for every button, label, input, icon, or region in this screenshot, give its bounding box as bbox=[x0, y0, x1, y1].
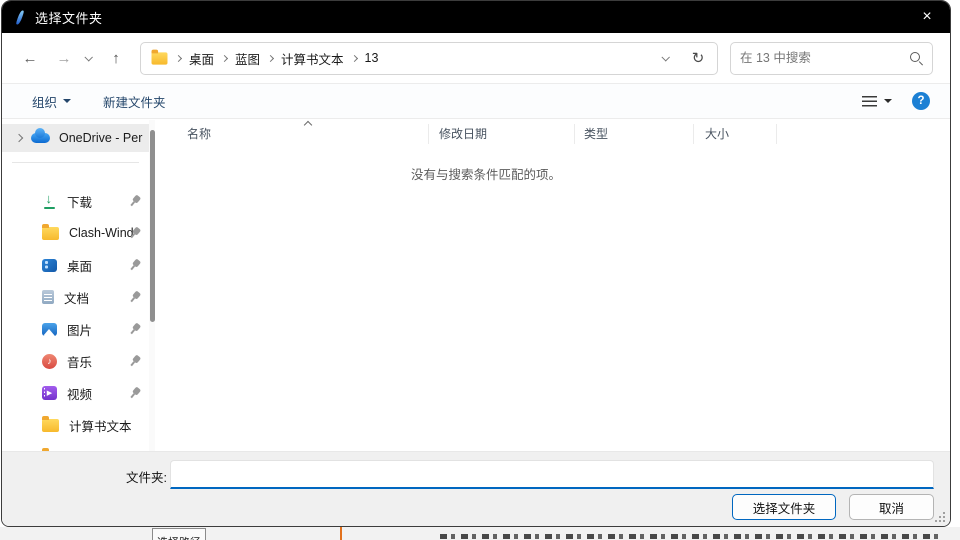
chevron-down-icon bbox=[884, 99, 892, 103]
breadcrumb-item-13[interactable]: 13 bbox=[365, 51, 379, 65]
column-header-name[interactable]: 名称 bbox=[149, 124, 429, 144]
sidebar-item-label: 下载 bbox=[67, 192, 92, 211]
pin-icon[interactable] bbox=[127, 321, 144, 338]
new-folder-button[interactable]: 新建文件夹 bbox=[103, 92, 166, 111]
sidebar-item-label: 桌面 bbox=[67, 256, 92, 275]
chevron-down-icon bbox=[63, 99, 71, 103]
onedrive-cloud-icon bbox=[31, 133, 50, 143]
chevron-down-icon bbox=[84, 53, 92, 61]
dialog-footer: 文件夹: 选择文件夹 取消 bbox=[2, 451, 950, 526]
back-button[interactable]: ← bbox=[18, 45, 42, 71]
chevron-down-icon bbox=[661, 53, 669, 61]
document-icon bbox=[42, 290, 54, 304]
search-icon bbox=[910, 52, 923, 65]
cancel-button[interactable]: 取消 bbox=[849, 494, 934, 520]
breadcrumb-separator-icon bbox=[175, 54, 182, 61]
music-icon: ♪ bbox=[42, 354, 57, 369]
up-button[interactable]: ↑ bbox=[104, 45, 128, 71]
pin-icon[interactable] bbox=[127, 385, 144, 402]
sidebar-separator bbox=[12, 162, 139, 163]
chevron-right-icon bbox=[15, 134, 23, 142]
music-note-glyph: ♪ bbox=[47, 356, 52, 366]
file-list: 名称 修改日期 类型 大小 没有与搜索条件匹配的项。 bbox=[149, 120, 950, 451]
window-title: 选择文件夹 bbox=[35, 8, 103, 27]
folder-name-label: 文件夹: bbox=[126, 467, 167, 486]
address-dropdown-button[interactable] bbox=[653, 46, 677, 70]
desktop-icon bbox=[42, 259, 57, 272]
column-header-size[interactable]: 大小 bbox=[694, 124, 777, 144]
download-icon bbox=[42, 194, 57, 209]
column-header-date-modified[interactable]: 修改日期 bbox=[429, 124, 575, 144]
search-input[interactable] bbox=[740, 51, 910, 65]
sidebar-item-documents[interactable]: 文档 bbox=[2, 281, 149, 313]
sidebar-item-pictures[interactable]: 图片 bbox=[2, 313, 149, 345]
empty-list-message: 没有与搜索条件匹配的项。 bbox=[411, 164, 561, 183]
video-icon: ▶ bbox=[42, 386, 57, 400]
refresh-button[interactable]: ↻ bbox=[685, 46, 711, 70]
breadcrumb-item-desktop[interactable]: 桌面 bbox=[189, 49, 214, 68]
breadcrumb-separator-icon bbox=[351, 54, 358, 61]
organize-label: 组织 bbox=[32, 92, 57, 111]
pin-icon[interactable] bbox=[127, 193, 144, 210]
address-bar[interactable]: 桌面 蓝图 计算书文本 13 ↻ bbox=[140, 42, 718, 75]
sidebar-item-ebooks[interactable]: 电子书 bbox=[2, 441, 149, 451]
command-toolbar: 组织 新建文件夹 ? bbox=[2, 83, 950, 119]
list-view-icon bbox=[862, 96, 877, 107]
background-orange-divider bbox=[340, 527, 342, 540]
dialog-content: OneDrive - Per 下载 Clash-Wind 桌面 bbox=[2, 120, 950, 451]
sidebar-item-label: 图片 bbox=[67, 320, 92, 339]
sidebar-item-videos[interactable]: ▶ 视频 bbox=[2, 377, 149, 409]
background-clipped-text: 选择路径 bbox=[157, 534, 205, 540]
view-options-button[interactable] bbox=[862, 96, 892, 107]
select-folder-dialog: 选择文件夹 × ← → ↑ 桌面 蓝图 计算书文本 13 ↻ bbox=[1, 0, 951, 527]
sidebar-item-label: OneDrive - Per bbox=[59, 131, 142, 145]
folder-name-input[interactable] bbox=[170, 460, 934, 489]
window-titlebar: 选择文件夹 × bbox=[2, 1, 950, 33]
background-clipped-text-row bbox=[440, 534, 944, 539]
sidebar-item-label: 文档 bbox=[64, 288, 89, 307]
sidebar-item-music[interactable]: ♪ 音乐 bbox=[2, 345, 149, 377]
breadcrumb-item-blueprint[interactable]: 蓝图 bbox=[235, 49, 260, 68]
help-button[interactable]: ? bbox=[912, 92, 930, 110]
sidebar-item-clash[interactable]: Clash-Wind bbox=[2, 217, 149, 249]
play-glyph: ▶ bbox=[47, 389, 52, 397]
folder-icon bbox=[152, 52, 168, 64]
sidebar-item-label: Clash-Wind bbox=[69, 226, 134, 240]
close-button[interactable]: × bbox=[904, 1, 950, 33]
breadcrumb-separator-icon bbox=[221, 54, 228, 61]
sidebar-item-desktop[interactable]: 桌面 bbox=[2, 249, 149, 281]
pin-icon[interactable] bbox=[127, 257, 144, 274]
background-clipped-button: 选择路径 bbox=[152, 528, 206, 540]
app-feather-icon bbox=[16, 9, 24, 25]
footer-buttons: 选择文件夹 取消 bbox=[732, 494, 934, 520]
sidebar-item-label: 音乐 bbox=[67, 352, 92, 371]
pin-icon[interactable] bbox=[127, 289, 144, 306]
sidebar-item-onedrive[interactable]: OneDrive - Per bbox=[2, 124, 149, 152]
select-folder-button[interactable]: 选择文件夹 bbox=[732, 494, 836, 520]
search-box[interactable] bbox=[730, 42, 933, 75]
recent-locations-button[interactable] bbox=[80, 45, 96, 71]
breadcrumb-item-calcbook[interactable]: 计算书文本 bbox=[281, 49, 344, 68]
forward-button[interactable]: → bbox=[52, 45, 76, 71]
column-header-type[interactable]: 类型 bbox=[575, 124, 694, 144]
navigation-pane: OneDrive - Per 下载 Clash-Wind 桌面 bbox=[2, 120, 149, 451]
sidebar-item-downloads[interactable]: 下载 bbox=[2, 185, 149, 217]
list-header: 名称 修改日期 类型 大小 bbox=[149, 120, 950, 147]
sidebar-item-calcbook[interactable]: 计算书文本 bbox=[2, 409, 149, 441]
sidebar-pinned-list: 下载 Clash-Wind 桌面 文档 bbox=[2, 185, 149, 451]
breadcrumb-separator-icon bbox=[267, 54, 274, 61]
pin-icon[interactable] bbox=[127, 353, 144, 370]
navigation-bar: ← → ↑ 桌面 蓝图 计算书文本 13 ↻ bbox=[2, 33, 950, 83]
pictures-icon bbox=[42, 323, 57, 336]
folder-icon bbox=[42, 419, 59, 432]
organize-button[interactable]: 组织 bbox=[32, 92, 71, 111]
resize-grip[interactable] bbox=[934, 511, 945, 522]
background-window-sliver: 选择路径 bbox=[0, 527, 960, 540]
sidebar-item-label: 计算书文本 bbox=[69, 416, 132, 435]
sidebar-item-label: 视频 bbox=[67, 384, 92, 403]
folder-icon bbox=[42, 227, 59, 240]
